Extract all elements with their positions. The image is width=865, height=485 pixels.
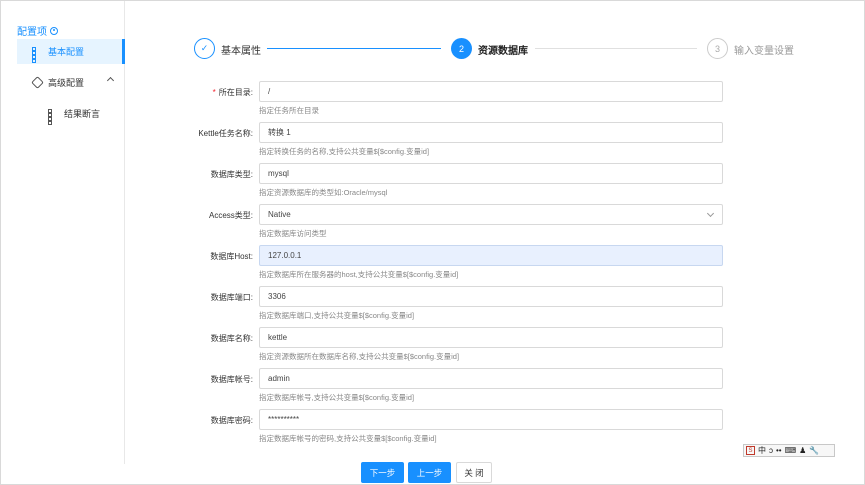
db-type-label: 数据库类型:: [210, 170, 253, 179]
grid-icon: [48, 108, 58, 125]
task-name-input[interactable]: 转换 1: [259, 122, 723, 143]
ime-logo-icon: S: [746, 446, 755, 455]
config-window: 配置项 基本配置 高级配置 结果断言 ✓ 基本属性 2 资源数据库 3 输入变量…: [0, 0, 865, 485]
steps: ✓ 基本属性 2 资源数据库 3 输入变量设置: [194, 38, 794, 62]
grid-icon: [32, 46, 42, 63]
wrench-icon: 🔧: [809, 446, 820, 455]
step-3-circle: 3: [707, 38, 728, 59]
directory-input[interactable]: /: [259, 81, 723, 102]
db-port-hint: 指定数据库端口,支持公共变量$[$config.变量id]: [259, 311, 415, 320]
db-account-label: 数据库帐号:: [210, 375, 253, 384]
directory-hint: 指定任务所在目录: [259, 106, 319, 115]
db-port-label: 数据库端口:: [210, 293, 253, 302]
close-button[interactable]: 关 闭: [456, 462, 492, 483]
db-type-hint: 指定资源数据库的类型如:Oracle/mysql: [259, 188, 388, 197]
chevron-up-icon: [106, 76, 115, 85]
db-host-input[interactable]: 127.0.0.1: [259, 245, 723, 266]
ime-toolbar[interactable]: S 中 ↄ •• ⌨ ♟ 🔧: [743, 444, 835, 457]
task-name-label: Kettle任务名称:: [198, 129, 253, 138]
chevron-down-icon: [706, 209, 715, 218]
sidebar-item-basic-config[interactable]: 基本配置: [17, 39, 125, 64]
db-name-input[interactable]: kettle: [259, 327, 723, 348]
step-1-check-icon: ✓: [194, 38, 215, 59]
sidebar-title: 配置项: [17, 23, 58, 38]
db-name-hint: 指定资源数据所在数据库名称,支持公共变量$[$config.变量id]: [259, 352, 460, 361]
step-connector: [535, 48, 697, 49]
sidebar: 配置项 基本配置 高级配置 结果断言: [1, 1, 125, 464]
next-button[interactable]: 下一步: [361, 462, 404, 483]
prev-button[interactable]: 上一步: [408, 462, 451, 483]
access-type-hint: 指定数据库访问类型: [259, 229, 327, 238]
db-account-hint: 指定数据库帐号,支持公共变量$[$config.变量id]: [259, 393, 415, 402]
directory-label: * 所在目录:: [212, 88, 253, 97]
step-1-label: 基本属性: [221, 46, 261, 57]
db-name-label: 数据库名称:: [210, 334, 253, 343]
step-3-label: 输入变量设置: [734, 46, 794, 57]
sidebar-item-advanced-config[interactable]: 高级配置: [17, 70, 125, 95]
sidebar-item-label: 结果断言: [64, 109, 101, 119]
db-type-input[interactable]: mysql: [259, 163, 723, 184]
step-connector: [267, 48, 441, 49]
access-type-select[interactable]: Native: [259, 204, 723, 225]
task-name-hint: 指定转换任务的名称,支持公共变量$[$config.变量id]: [259, 147, 430, 156]
user-icon: ♟: [799, 446, 807, 455]
db-port-input[interactable]: 3306: [259, 286, 723, 307]
step-2-label: 资源数据库: [478, 46, 528, 57]
step-2-circle: 2: [451, 38, 472, 59]
sidebar-item-result-assertion[interactable]: 结果断言: [17, 101, 125, 126]
keyboard-icon: ⌨: [784, 446, 797, 455]
db-host-hint: 指定数据库所在服务器的host,支持公共变量$[$config.变量id]: [259, 270, 459, 279]
access-type-label: Access类型:: [208, 211, 253, 220]
db-host-label: 数据库Host:: [210, 252, 253, 261]
sidebar-item-label: 基本配置: [48, 47, 85, 57]
settings-icon: [50, 26, 58, 35]
sidebar-item-label: 高级配置: [48, 78, 85, 88]
cube-icon: [30, 76, 44, 89]
db-password-input[interactable]: **********: [259, 409, 723, 430]
db-password-hint: 指定数据库帐号的密码,支持公共变量$[$config.变量id]: [259, 434, 437, 443]
db-password-label: 数据库密码:: [210, 416, 253, 425]
db-account-input[interactable]: admin: [259, 368, 723, 389]
